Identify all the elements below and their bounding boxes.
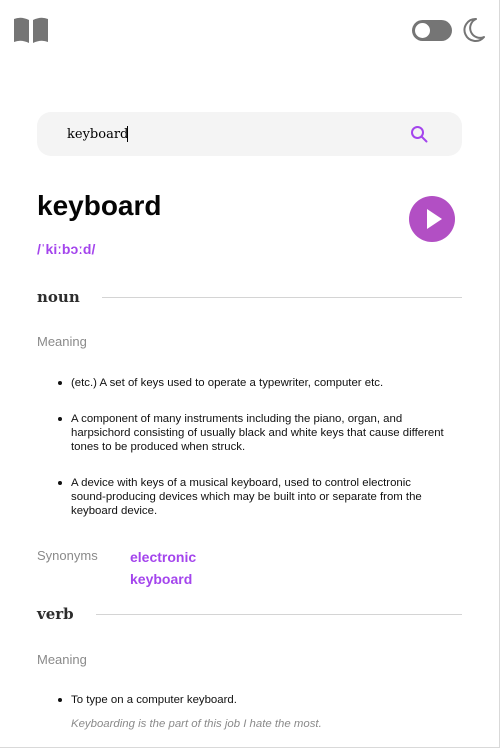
divider: [101, 296, 462, 298]
part-of-speech-noun: noun: [37, 286, 462, 308]
verb-definitions: To type on a computer keyboard.: [37, 693, 447, 707]
toggle-knob: [415, 22, 430, 38]
meaning-label: Meaning: [37, 652, 87, 667]
theme-controls: [412, 17, 486, 43]
list-item: A component of many instruments includin…: [37, 412, 447, 454]
list-item: To type on a computer keyboard.: [37, 693, 447, 707]
list-item: A device with keys of a musical keyboard…: [37, 476, 447, 518]
dictionary-app: keyboard /ˈkiːbɔːd/ noun Meaning (etc.) …: [0, 0, 500, 748]
list-item: (etc.) A set of keys used to operate a t…: [37, 376, 447, 390]
book-icon[interactable]: [13, 17, 49, 44]
part-of-speech-label: noun: [37, 288, 80, 306]
phonetic: /ˈkiːbɔːd/: [37, 241, 96, 257]
search-bar: [37, 112, 462, 156]
synonym-link[interactable]: electronic: [130, 546, 196, 568]
search-input[interactable]: [67, 124, 397, 144]
part-of-speech-label: verb: [37, 605, 74, 623]
play-icon: [427, 209, 442, 229]
synonyms-list: electronic keyboard: [130, 546, 196, 590]
synonyms-label: Synonyms: [37, 548, 98, 563]
play-button[interactable]: [409, 196, 455, 242]
text-caret: [127, 126, 128, 142]
part-of-speech-verb: verb: [37, 603, 462, 625]
synonym-link[interactable]: keyboard: [130, 568, 196, 590]
moon-icon[interactable]: [462, 17, 486, 43]
toggle-icon[interactable]: [412, 19, 452, 41]
example-sentence: Keyboarding is the part of this job I ha…: [71, 718, 322, 730]
entry-word: keyboard: [37, 190, 162, 221]
search-icon[interactable]: [410, 125, 428, 143]
meaning-label: Meaning: [37, 334, 87, 349]
divider: [95, 613, 462, 615]
noun-definitions: (etc.) A set of keys used to operate a t…: [37, 376, 447, 518]
header: [0, 0, 500, 60]
